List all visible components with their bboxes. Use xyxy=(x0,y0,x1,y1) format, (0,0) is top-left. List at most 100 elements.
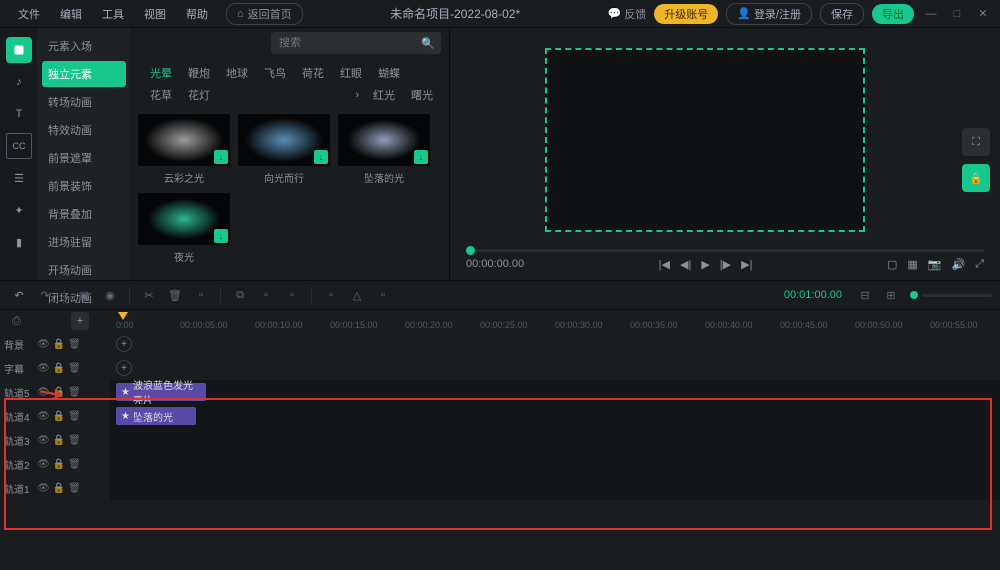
subtab-2[interactable]: 地球 xyxy=(218,62,256,84)
tool-marker-icon[interactable]: ◉ xyxy=(99,284,121,306)
track-row-bg[interactable]: + xyxy=(110,332,1000,356)
track-row-5[interactable]: ★ 波浪蓝色发光亮片 xyxy=(110,380,1000,404)
grid-icon[interactable]: ▦ xyxy=(907,258,917,271)
cat-item-5[interactable]: 前景装饰 xyxy=(38,172,130,200)
delete-track-icon[interactable]: 🗑 xyxy=(68,435,81,446)
export-button[interactable]: 导出 xyxy=(872,4,914,24)
lock-track-icon[interactable]: 🔒 xyxy=(53,483,65,494)
subtab-8[interactable]: 花灯 xyxy=(180,84,218,106)
clip-t4[interactable]: ★ 坠落的光 xyxy=(116,407,196,425)
download-icon[interactable]: ↓ xyxy=(314,150,328,164)
search-input[interactable] xyxy=(279,37,421,49)
cat-item-1[interactable]: 独立元素 xyxy=(42,61,126,87)
rail-layers-icon[interactable]: ☰ xyxy=(6,165,32,191)
rail-cc-icon[interactable]: CC xyxy=(6,133,32,159)
lock-track-icon[interactable]: 🔒 xyxy=(53,363,65,374)
timeline-tracks[interactable]: 0:00 00:00:05.00 00:00:10.00 00:00:15.00… xyxy=(110,310,1000,570)
track-row-sub[interactable]: + xyxy=(110,356,1000,380)
subtab-1[interactable]: 鞭炮 xyxy=(180,62,218,84)
delete-track-icon[interactable]: 🗑 xyxy=(68,459,81,470)
undo-icon[interactable]: ↶ xyxy=(8,284,30,306)
subtab-10[interactable]: 曙光 xyxy=(403,84,441,106)
lock-track-icon[interactable]: 🔒 xyxy=(53,435,65,446)
lock-track-icon[interactable]: 🔒 xyxy=(53,411,65,422)
menu-help[interactable]: 帮助 xyxy=(176,6,218,22)
cat-item-2[interactable]: 转场动画 xyxy=(38,88,130,116)
track-row-4[interactable]: ★ 坠落的光 xyxy=(110,404,1000,428)
cat-item-4[interactable]: 前景遮罩 xyxy=(38,144,130,172)
subtab-7[interactable]: 花草 xyxy=(142,84,180,106)
delete-track-icon[interactable]: 🗑 xyxy=(68,387,81,398)
track-row-3[interactable] xyxy=(110,428,1000,452)
scrubber-handle[interactable] xyxy=(466,246,475,255)
tool-d-icon[interactable]: ▫ xyxy=(320,284,342,306)
cat-item-8[interactable]: 开场动画 xyxy=(38,256,130,284)
visibility-icon[interactable]: 👁 xyxy=(37,435,50,446)
zoom-in-icon[interactable]: ⊞ xyxy=(880,284,902,306)
add-clip-icon[interactable]: + xyxy=(116,336,132,352)
snapshot-icon[interactable]: 📷 xyxy=(928,258,942,271)
time-ruler[interactable]: 0:00 00:00:05.00 00:00:10.00 00:00:15.00… xyxy=(110,310,1000,332)
add-track-button[interactable]: + xyxy=(71,312,89,330)
zoom-handle[interactable] xyxy=(910,291,918,299)
maximize-icon[interactable]: □ xyxy=(948,8,966,20)
clip-t5[interactable]: ★ 波浪蓝色发光亮片 xyxy=(116,383,206,401)
tool-c-icon[interactable]: ▫ xyxy=(281,284,303,306)
close-icon[interactable]: ✕ xyxy=(974,7,992,20)
rail-folder-icon[interactable]: ▮ xyxy=(6,229,32,255)
delete-track-icon[interactable]: 🗑 xyxy=(68,339,81,350)
play-icon[interactable]: ▶ xyxy=(701,258,709,271)
subtab-3[interactable]: 飞鸟 xyxy=(256,62,294,84)
delete-track-icon[interactable]: 🗑 xyxy=(68,411,81,422)
visibility-icon[interactable]: 👁 xyxy=(37,483,50,494)
subtab-0[interactable]: 光晕 xyxy=(142,62,180,84)
tool-f-icon[interactable]: ▫ xyxy=(372,284,394,306)
back-home-button[interactable]: ⌂ 返回首页 xyxy=(226,3,303,25)
track-row-2[interactable] xyxy=(110,452,1000,476)
tool-split-icon[interactable]: ✂ xyxy=(138,284,160,306)
cat-item-3[interactable]: 特效动画 xyxy=(38,116,130,144)
prev-frame-icon[interactable]: |◀ xyxy=(659,258,670,271)
playhead-icon[interactable] xyxy=(118,312,128,320)
tool-cut-icon[interactable]: ▣ xyxy=(73,284,95,306)
delete-track-icon[interactable]: 🗑 xyxy=(68,483,81,494)
display-icon[interactable]: ▢ xyxy=(887,258,897,271)
login-button[interactable]: 👤 登录/注册 xyxy=(726,3,812,25)
redo-icon[interactable]: ↷ xyxy=(34,284,56,306)
subtab-9[interactable]: 红光 xyxy=(365,84,403,106)
fit-screen-icon[interactable]: ⛶ xyxy=(962,128,990,156)
tool-e-icon[interactable]: △ xyxy=(346,284,368,306)
tool-b-icon[interactable]: ▫ xyxy=(255,284,277,306)
step-fwd-icon[interactable]: |▶ xyxy=(720,258,731,271)
download-icon[interactable]: ↓ xyxy=(214,150,228,164)
download-icon[interactable]: ↓ xyxy=(414,150,428,164)
volume-icon[interactable]: 🔊 xyxy=(951,258,965,271)
subtab-6[interactable]: 蝴蝶 xyxy=(370,62,408,84)
visibility-icon[interactable]: 👁 xyxy=(37,459,50,470)
fullscreen-icon[interactable]: ⤢ xyxy=(975,258,984,271)
asset-card-0[interactable]: ↓ 云彩之光 xyxy=(138,114,230,185)
feedback-button[interactable]: 💬 反馈 xyxy=(608,6,647,22)
menu-edit[interactable]: 编辑 xyxy=(50,6,92,22)
tool-delete-icon[interactable]: 🗑 xyxy=(164,284,186,306)
cat-item-7[interactable]: 进场驻留 xyxy=(38,228,130,256)
preview-canvas[interactable] xyxy=(545,48,865,232)
visibility-icon[interactable]: 👁 xyxy=(37,411,50,422)
menu-tools[interactable]: 工具 xyxy=(92,6,134,22)
lock-icon[interactable]: 🔒 xyxy=(962,164,990,192)
lock-track-icon[interactable]: 🔒 xyxy=(53,339,65,350)
cat-item-6[interactable]: 背景叠加 xyxy=(38,200,130,228)
menu-view[interactable]: 视图 xyxy=(134,6,176,22)
track-row-1[interactable] xyxy=(110,476,1000,500)
save-button[interactable]: 保存 xyxy=(820,3,864,25)
search-box[interactable]: 🔍 xyxy=(271,32,441,54)
visibility-icon[interactable]: 👁 xyxy=(37,363,50,374)
step-back-icon[interactable]: ◀| xyxy=(680,258,691,271)
asset-card-2[interactable]: ↓ 坠落的光 xyxy=(338,114,430,185)
rail-extension-icon[interactable]: ✦ xyxy=(6,197,32,223)
zoom-slider[interactable] xyxy=(922,294,992,297)
rail-audio-icon[interactable]: ♪ xyxy=(6,69,32,95)
visibility-icon[interactable]: 👁 xyxy=(37,339,50,350)
rail-media-icon[interactable] xyxy=(6,37,32,63)
download-icon[interactable]: ↓ xyxy=(214,229,228,243)
